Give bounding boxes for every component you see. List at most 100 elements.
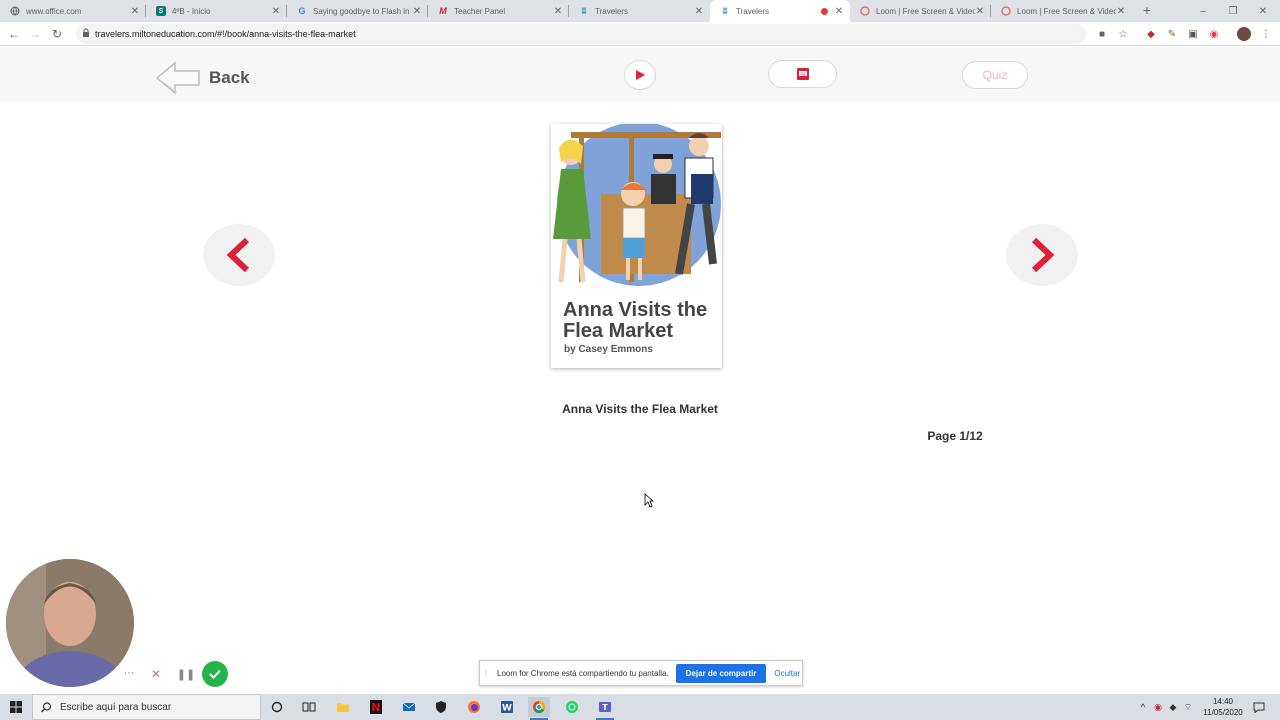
netflix-icon[interactable]: N	[365, 697, 387, 717]
back-button[interactable]: Back	[155, 60, 250, 96]
browser-tab[interactable]: Loom | Free Screen & Video ✕	[850, 0, 991, 22]
chrome-icon[interactable]	[528, 697, 550, 720]
search-icon	[41, 701, 52, 712]
profile-avatar[interactable]	[1237, 27, 1251, 41]
svg-text:W: W	[502, 704, 512, 714]
windows-logo-icon	[10, 701, 22, 713]
globe-icon	[10, 6, 20, 16]
previous-page-button[interactable]	[203, 224, 275, 286]
tab-title: Loom | Free Screen & Video	[1017, 6, 1116, 16]
url-text: travelers.miltoneducation.com/#!/book/an…	[95, 29, 356, 39]
close-tab-icon[interactable]: ✕	[271, 6, 281, 17]
tab-title: Teacher Panel	[454, 6, 506, 16]
task-view-icon[interactable]	[298, 697, 320, 717]
loom-finish-button[interactable]	[202, 661, 228, 687]
wifi-icon[interactable]: ⌔	[1182, 700, 1194, 714]
forward-nav-icon[interactable]: →	[27, 26, 43, 42]
tray-expand-icon[interactable]: ^	[1137, 700, 1149, 714]
word-icon[interactable]: W	[496, 697, 518, 717]
reload-icon[interactable]: ↻	[49, 26, 65, 42]
browser-toolbar: ← → ↻ travelers.miltoneducation.com/#!/b…	[0, 22, 1280, 46]
bookmark-star-icon[interactable]: ☆	[1117, 28, 1129, 40]
tab-title: Travelers	[595, 6, 629, 16]
back-arrow-icon	[155, 61, 200, 95]
loom-more-options-icon[interactable]: ⋯	[122, 663, 136, 683]
play-audio-button[interactable]	[624, 60, 656, 90]
loom-icon	[860, 6, 870, 16]
browser-tab[interactable]: Loom | Free Screen & Video ✕	[991, 0, 1132, 22]
close-tab-icon[interactable]: ✕	[834, 6, 844, 17]
play-icon	[636, 70, 645, 80]
chevron-left-icon	[226, 237, 250, 273]
whatsapp-icon[interactable]	[561, 697, 583, 717]
stop-sharing-button[interactable]: Dejar de compartir	[675, 663, 767, 683]
notifications-icon[interactable]	[1252, 700, 1266, 714]
browser-tab[interactable]: ʬ Travelers ✕	[569, 0, 710, 22]
file-explorer-icon[interactable]	[332, 697, 354, 717]
close-tab-icon[interactable]: ✕	[694, 6, 704, 17]
travelers-icon: ʬ	[581, 6, 587, 16]
app-header: Back Aa Quiz	[0, 47, 1280, 102]
tab-title: 4ºB - Inicio	[172, 6, 211, 16]
svg-text:N: N	[371, 701, 380, 714]
cover-title: Anna Visits the Flea Market	[563, 299, 708, 342]
loom-pause-icon[interactable]: ❚❚	[175, 663, 197, 685]
mail-icon[interactable]	[398, 697, 420, 717]
loom-extension-icon[interactable]: ◉	[1208, 28, 1220, 40]
extension-icon[interactable]: ✎	[1166, 28, 1178, 40]
back-nav-icon[interactable]: ←	[6, 26, 22, 42]
screen-share-notice: ⁞ Loom for Chrome está compartiendo tu p…	[479, 660, 803, 686]
loom-cancel-icon[interactable]: ✕	[145, 663, 167, 685]
minimize-window-icon[interactable]: –	[1188, 0, 1218, 22]
restore-window-icon[interactable]: ❐	[1218, 0, 1248, 22]
cortana-icon[interactable]	[266, 697, 288, 717]
browser-tab[interactable]: S 4ºB - Inicio ✕	[146, 0, 287, 22]
drag-handle-icon[interactable]: ⁞	[485, 669, 491, 678]
check-icon	[209, 669, 221, 679]
browser-tab[interactable]: M Teacher Panel ✕	[428, 0, 569, 22]
tab-title: Travelers	[736, 6, 770, 16]
chrome-menu-icon[interactable]: ⋮	[1260, 28, 1272, 40]
extension-icon[interactable]: ▣	[1187, 28, 1199, 40]
taskbar-clock[interactable]: 14:40 11/05/2020	[1196, 696, 1250, 718]
close-tab-icon[interactable]: ✕	[1116, 6, 1126, 17]
close-tab-icon[interactable]: ✕	[412, 6, 422, 17]
recording-indicator-icon	[821, 7, 828, 15]
browser-tab[interactable]: www.office.com ✕	[0, 0, 146, 22]
new-tab-button[interactable]: +	[1138, 2, 1156, 18]
mouse-cursor-icon	[644, 493, 654, 508]
windows-start-button[interactable]	[0, 694, 32, 720]
book-cover[interactable]: Anna Visits the Flea Market by Casey Emm…	[551, 124, 722, 368]
taskbar-search-box[interactable]: Escribe aquí para buscar	[32, 694, 261, 720]
close-tab-icon[interactable]: ✕	[130, 6, 140, 17]
close-tab-icon[interactable]: ✕	[975, 6, 985, 17]
tab-title: www.office.com	[26, 6, 82, 16]
security-shield-icon[interactable]	[430, 697, 452, 717]
browser-tab-strip: www.office.com ✕ S 4ºB - Inicio ✕ G Sayi…	[0, 0, 1280, 22]
windows-taskbar: Escribe aquí para buscar N W T ^ ◉ ◆ ⌔ 1…	[0, 694, 1280, 720]
browser-tab[interactable]: G Saying goodbye to Flash in ✕	[287, 0, 428, 22]
quiz-button[interactable]: Quiz	[962, 61, 1028, 89]
loom-camera-bubble[interactable]	[6, 559, 134, 687]
close-window-icon[interactable]: ✕	[1248, 0, 1278, 22]
sharepoint-icon: S	[156, 6, 166, 16]
firefox-icon[interactable]	[463, 697, 485, 717]
extension-icon[interactable]: ◆	[1145, 28, 1157, 40]
address-bar[interactable]: travelers.miltoneducation.com/#!/book/an…	[76, 24, 1086, 44]
dictionary-button[interactable]: Aa	[768, 60, 837, 88]
dropbox-icon[interactable]: ◆	[1167, 700, 1179, 714]
page-indicator: Page 1/12	[927, 429, 983, 443]
camera-icon[interactable]: ■	[1096, 28, 1108, 40]
svg-text:T: T	[602, 703, 608, 712]
back-label: Back	[209, 68, 250, 87]
close-tab-icon[interactable]: ✕	[553, 6, 563, 17]
book-title: Anna Visits the Flea Market	[562, 402, 718, 416]
search-placeholder: Escribe aquí para buscar	[60, 701, 172, 713]
browser-tab-active[interactable]: ʬ Travelers ✕	[710, 0, 850, 22]
teams-icon[interactable]: T	[594, 697, 616, 720]
svg-text:Aa: Aa	[800, 71, 806, 76]
tray-app-icon[interactable]: ◉	[1152, 700, 1164, 714]
next-page-button[interactable]	[1006, 224, 1078, 286]
clock-time: 14:40	[1212, 697, 1234, 706]
hide-notice-link[interactable]: Ocultar	[774, 669, 800, 678]
